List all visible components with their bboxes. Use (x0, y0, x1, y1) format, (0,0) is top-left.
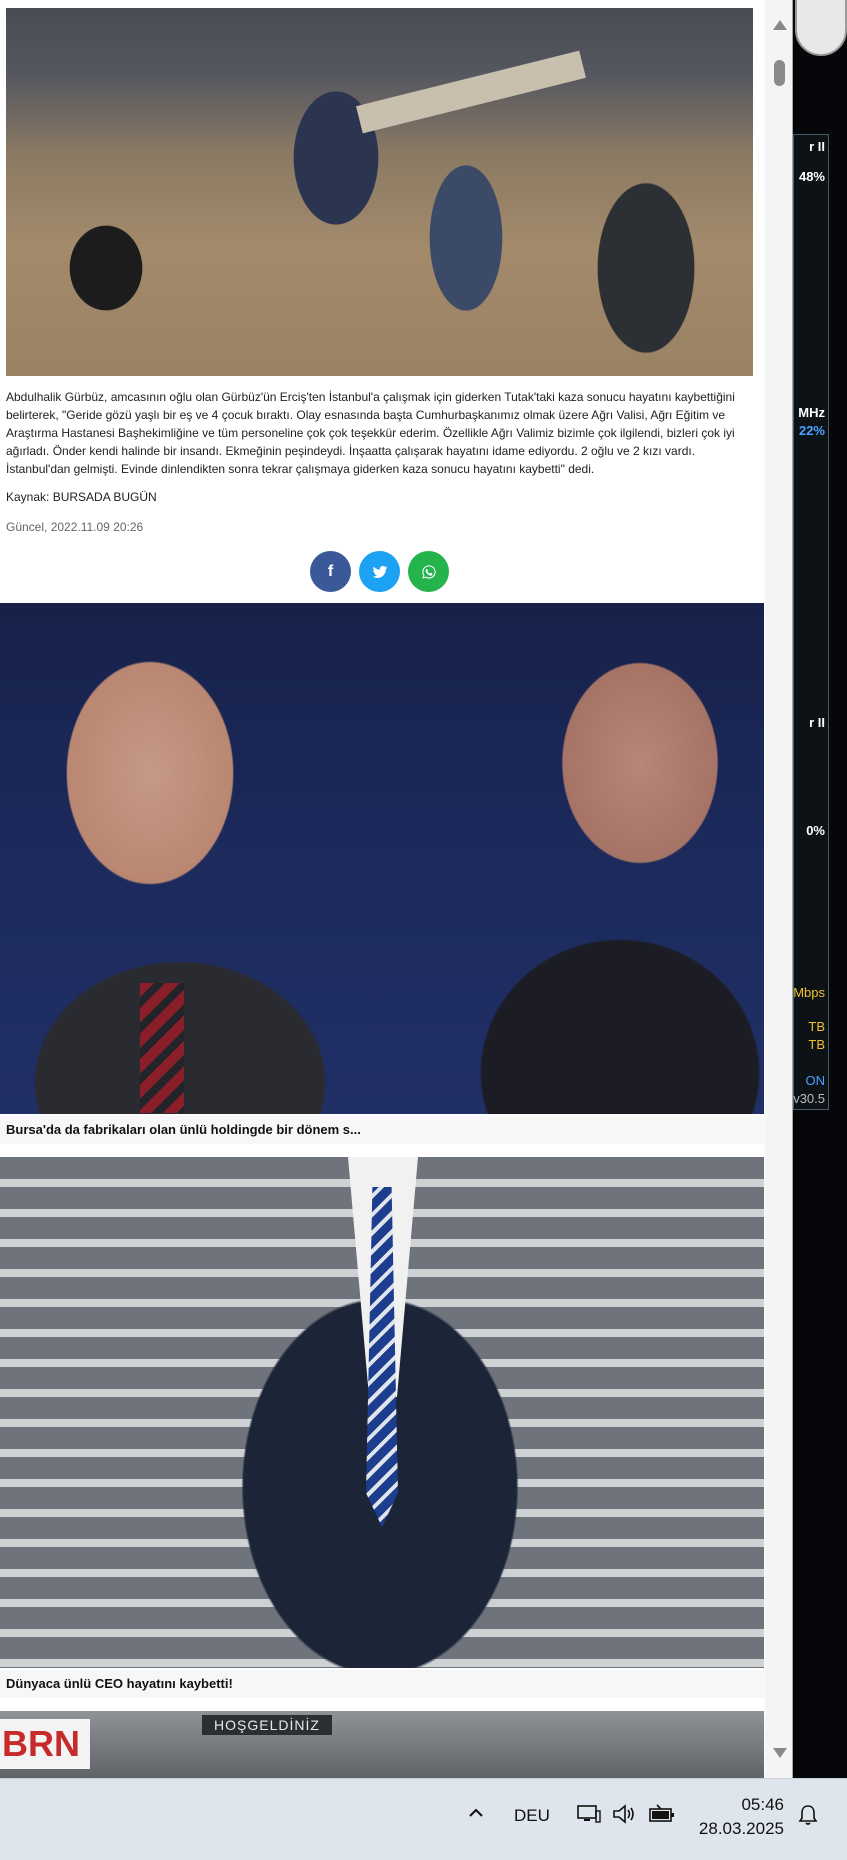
twitter-icon (372, 565, 387, 578)
vertical-scrollbar[interactable] (765, 0, 792, 1778)
share-facebook-button[interactable]: f (310, 551, 351, 592)
browser-window: Abdulhalik Gürbüz, amcasının oğlu olan G… (0, 0, 793, 1778)
gadget-cpu-percent: 48% (798, 169, 825, 184)
notification-bell-icon[interactable] (796, 1803, 820, 1827)
scroll-down-arrow-icon[interactable] (773, 1748, 787, 1758)
share-whatsapp-button[interactable] (408, 551, 449, 592)
clock-gadget-icon (795, 0, 847, 56)
taskbar: DEU 05:46 28.03.2025 (0, 1778, 847, 1860)
article-photo-funeral (6, 8, 753, 376)
chevron-up-icon[interactable] (466, 1803, 486, 1823)
related-title-1[interactable]: Bursa'da da fabrikaları olan ünlü holdin… (0, 1116, 764, 1144)
photo-sign-welcome: HOŞGELDİNİZ (202, 1715, 332, 1735)
article-body: Abdulhalik Gürbüz, amcasının oğlu olan G… (6, 390, 735, 476)
gadget-freq-percent: 22% (798, 423, 825, 438)
tie-shape (140, 983, 184, 1113)
article-updated-time: Güncel, 2022.11.09 20:26 (6, 520, 144, 534)
volume-icon[interactable] (611, 1803, 637, 1825)
gadget-mhz: MHz (798, 405, 825, 420)
taskbar-time[interactable]: 05:46 (708, 1795, 784, 1815)
related-photo-ceo[interactable] (0, 1157, 764, 1668)
share-twitter-button[interactable] (359, 551, 400, 592)
gadget-net-percent: 0% (806, 823, 825, 838)
gadget-title: r II (809, 139, 825, 154)
scroll-thumb[interactable] (774, 60, 785, 86)
gadget-on: ON (805, 1073, 826, 1088)
language-indicator[interactable]: DEU (514, 1806, 550, 1826)
desktop-gadgets: r II 48% MHz 22% r II 0% Mbps TB TB ON v… (793, 0, 847, 1778)
gadget-version: v30.5 (793, 1091, 825, 1106)
related-photo-hospital[interactable]: BRN HOŞGELDİNİZ (0, 1711, 764, 1778)
related-photo-holding[interactable] (0, 603, 764, 1114)
related-title-2[interactable]: Dünyaca ünlü CEO hayatını kaybetti! (0, 1670, 764, 1698)
gadget-tb-2: TB (808, 1037, 825, 1052)
taskbar-date[interactable]: 28.03.2025 (698, 1819, 784, 1839)
coffin-shape (356, 50, 586, 134)
whatsapp-icon (421, 564, 436, 579)
scroll-up-arrow-icon[interactable] (773, 20, 787, 30)
network-icon[interactable] (576, 1803, 602, 1825)
photo-sign-brn: BRN (0, 1719, 90, 1769)
battery-icon[interactable] (648, 1803, 676, 1825)
system-monitor-gadget: r II 48% MHz 22% r II 0% Mbps TB TB ON v… (793, 134, 829, 1110)
article-source: Kaynak: BURSADA BUGÜN (6, 490, 157, 504)
gadget-mbps: Mbps (793, 985, 825, 1000)
page-content: Abdulhalik Gürbüz, amcasının oğlu olan G… (0, 0, 775, 1778)
gadget-net-title: r II (809, 715, 825, 730)
facebook-icon: f (327, 562, 334, 580)
desktop: Abdulhalik Gürbüz, amcasının oğlu olan G… (0, 0, 847, 1860)
gadget-tb-1: TB (808, 1019, 825, 1034)
